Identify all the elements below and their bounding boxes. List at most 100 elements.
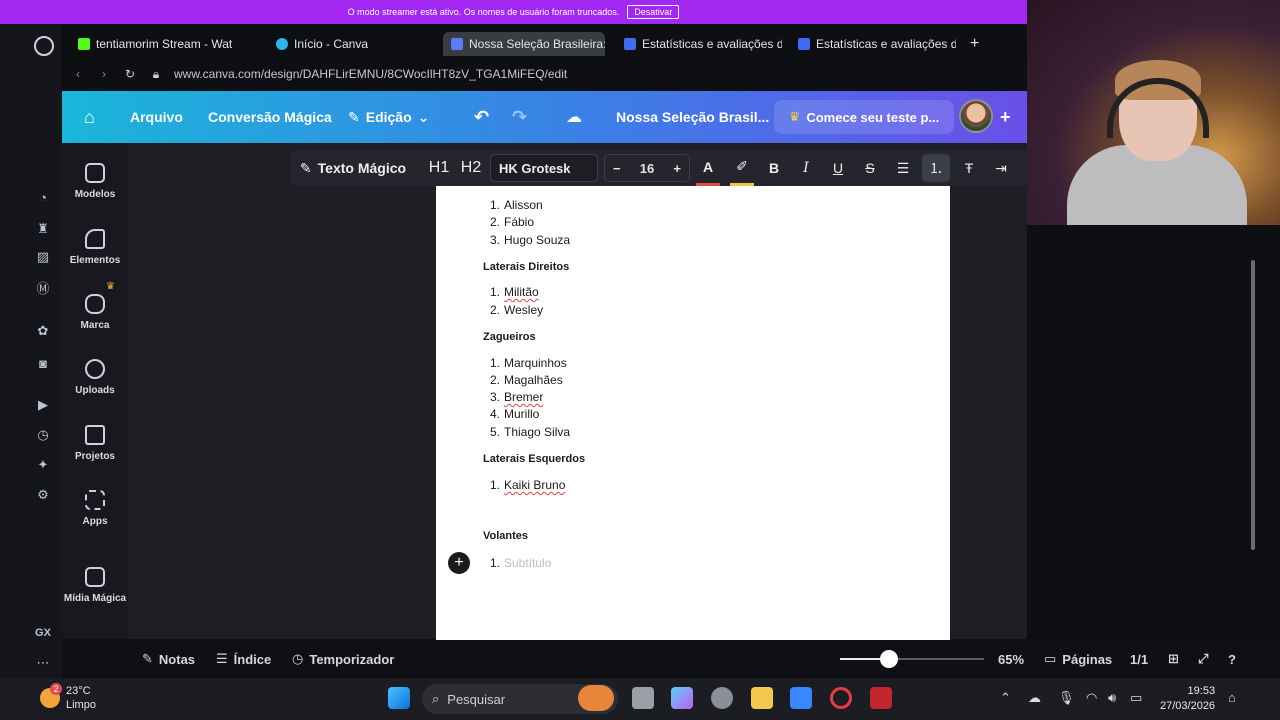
extensions-icon[interactable]: ✦ bbox=[34, 456, 52, 474]
cloud-saved-icon[interactable]: ☁ bbox=[566, 91, 582, 143]
grid-view-icon[interactable]: ⊞ bbox=[1168, 640, 1179, 678]
align-left-icon[interactable]: ☰ bbox=[890, 150, 916, 186]
rail-uploads[interactable]: Uploads bbox=[62, 359, 128, 396]
file-menu[interactable]: Arquivo bbox=[130, 91, 183, 143]
tab-estatisticas-2[interactable]: Estatísticas e avaliações d bbox=[790, 32, 956, 56]
wifi-icon[interactable]: ◠ bbox=[1086, 690, 1097, 706]
discord-icon[interactable]: ◙ bbox=[34, 354, 52, 372]
section-heading[interactable]: Zagueiros bbox=[483, 331, 536, 343]
list-item[interactable]: 2. Wesley bbox=[490, 303, 543, 317]
pages-button[interactable]: ▭ Páginas bbox=[1044, 640, 1112, 678]
new-tab-plus-icon[interactable]: + bbox=[962, 32, 987, 56]
list-item-empty[interactable]: 1. Subtítulo bbox=[490, 556, 551, 570]
section-heading[interactable]: Laterais Esquerdos bbox=[483, 453, 585, 465]
tab-selecao-brasileira[interactable]: Nossa Seleção Brasileira: bbox=[443, 32, 605, 56]
font-size-stepper[interactable]: − 16 + bbox=[604, 154, 690, 182]
microphone-icon[interactable]: 🎙︎ bbox=[1058, 690, 1075, 706]
add-icon[interactable]: + bbox=[1000, 91, 1011, 143]
edit-menu[interactable]: ✎ Edição ⌄ bbox=[348, 91, 429, 143]
gx-corner-icon[interactable]: ▨ bbox=[34, 248, 52, 266]
opera-logo-icon[interactable] bbox=[34, 36, 54, 56]
document-page[interactable]: 1. Alisson 2. Fábio 3. Hugo Souza Laterais … bbox=[436, 185, 950, 640]
user-avatar[interactable] bbox=[959, 99, 993, 133]
font-family-select[interactable]: HK Grotesk bbox=[490, 154, 598, 182]
list-item[interactable]: 3. Hugo Souza bbox=[490, 233, 570, 247]
increase-size-button[interactable]: + bbox=[673, 161, 681, 176]
store-icon[interactable] bbox=[790, 687, 812, 709]
notes-button[interactable]: ✎ Notas bbox=[142, 640, 195, 678]
speed-dial-icon[interactable]: ◔ bbox=[34, 188, 52, 206]
tab-estatisticas-1[interactable]: Estatísticas e avaliações d bbox=[616, 32, 782, 56]
list-item[interactable]: 5. Thiago Silva bbox=[490, 425, 570, 439]
decrease-size-button[interactable]: − bbox=[613, 161, 621, 176]
disable-streamer-button[interactable]: Desativar bbox=[627, 5, 680, 19]
font-size-value[interactable]: 16 bbox=[640, 161, 654, 176]
heading2-button[interactable]: H2 bbox=[458, 150, 484, 186]
list-item[interactable]: 1. Kaiki Bruno bbox=[490, 478, 565, 492]
heading1-button[interactable]: H1 bbox=[426, 150, 452, 186]
tab-kick-stream[interactable]: tentiamorim Stream - Wat bbox=[70, 32, 240, 56]
rail-templates[interactable]: Modelos bbox=[62, 163, 128, 200]
zoom-slider-thumb[interactable] bbox=[879, 650, 898, 668]
windows-start-icon[interactable] bbox=[388, 687, 410, 709]
opera-gx-icon[interactable] bbox=[830, 687, 852, 709]
more-icon[interactable]: ⋯ bbox=[34, 654, 52, 672]
italic-icon[interactable]: I bbox=[794, 150, 818, 186]
back-icon[interactable]: ‹ bbox=[68, 67, 88, 81]
search-highlight-icon[interactable] bbox=[578, 685, 614, 711]
start-trial-button[interactable]: ♛ Comece seu teste p... bbox=[774, 100, 954, 134]
bold-icon[interactable]: B bbox=[762, 150, 786, 186]
page-counter[interactable]: 1/1 bbox=[1130, 640, 1148, 678]
undo-icon[interactable]: ↶ bbox=[474, 91, 489, 143]
mcafee-icon[interactable] bbox=[870, 687, 892, 709]
list-item[interactable]: 4. Murillo bbox=[490, 407, 539, 421]
zoom-slider[interactable] bbox=[840, 650, 984, 668]
chatgpt-icon[interactable]: ✿ bbox=[34, 322, 52, 340]
list-item[interactable]: 3. Bremer bbox=[490, 390, 543, 404]
player-icon[interactable]: ▶ bbox=[34, 396, 52, 414]
strikethrough-icon[interactable]: S bbox=[858, 150, 882, 186]
history-icon[interactable]: ◷ bbox=[34, 426, 52, 444]
list-item[interactable]: 1. Alisson bbox=[490, 198, 543, 212]
list-item[interactable]: 2. Magalhães bbox=[490, 373, 563, 387]
fullscreen-icon[interactable]: ⤢ bbox=[1198, 640, 1208, 678]
indent-icon[interactable]: ⇥ bbox=[988, 150, 1014, 186]
magic-text-button[interactable]: ✎ Texto Mágico bbox=[298, 150, 408, 186]
copilot-icon[interactable] bbox=[671, 687, 693, 709]
url-text[interactable]: www.canva.com/design/DAHFLirEMNU/8CWocIl… bbox=[174, 67, 567, 81]
tab-canva-home[interactable]: Início - Canva bbox=[268, 32, 376, 56]
index-button[interactable]: ☰ Índice bbox=[216, 640, 271, 678]
highlight-icon[interactable]: ✐ bbox=[730, 150, 754, 186]
task-view-icon[interactable] bbox=[632, 687, 654, 709]
document-title[interactable]: Nossa Seleção Brasil... bbox=[616, 91, 769, 143]
volume-icon[interactable]: 🔊︎ bbox=[1108, 690, 1116, 706]
numbered-list-icon[interactable]: ⒈ bbox=[922, 154, 950, 182]
battery-icon[interactable]: ▭ bbox=[1130, 690, 1142, 706]
file-explorer-icon[interactable] bbox=[751, 687, 773, 709]
reload-icon[interactable]: ↻ bbox=[120, 67, 140, 81]
text-spacing-icon[interactable]: Ŧ bbox=[956, 150, 982, 186]
rail-elements[interactable]: Elementos bbox=[62, 229, 128, 266]
timer-button[interactable]: ◷ Temporizador bbox=[292, 640, 394, 678]
magic-switch-menu[interactable]: Conversão Mágica bbox=[208, 91, 332, 143]
gx-control-icon[interactable]: ♜ bbox=[34, 220, 52, 238]
settings-icon[interactable] bbox=[711, 687, 733, 709]
redo-icon[interactable]: ↷ bbox=[512, 91, 527, 143]
weather-widget[interactable]: 23°C Limpo bbox=[66, 684, 96, 712]
notifications-icon[interactable]: ⌂ bbox=[1228, 690, 1236, 705]
scrollbar[interactable] bbox=[1251, 260, 1255, 550]
list-item[interactable]: 1. Militão bbox=[490, 285, 539, 299]
mail-icon[interactable]: Ⓜ bbox=[34, 278, 52, 296]
system-clock[interactable]: 19:53 27/03/2026 bbox=[1160, 684, 1215, 714]
forward-icon[interactable]: › bbox=[94, 67, 114, 81]
add-block-button[interactable]: + bbox=[448, 552, 470, 574]
chevron-up-icon[interactable]: ⌃ bbox=[1000, 690, 1011, 706]
help-icon[interactable]: ? bbox=[1228, 640, 1236, 678]
home-icon[interactable]: ⌂ bbox=[84, 91, 95, 143]
rail-apps[interactable]: Apps bbox=[62, 490, 128, 527]
underline-icon[interactable]: U bbox=[826, 150, 850, 186]
text-color-icon[interactable]: A bbox=[696, 150, 720, 186]
settings-icon[interactable]: ⚙ bbox=[34, 486, 52, 504]
zoom-value[interactable]: 65% bbox=[998, 640, 1024, 678]
section-heading[interactable]: Laterais Direitos bbox=[483, 261, 569, 273]
